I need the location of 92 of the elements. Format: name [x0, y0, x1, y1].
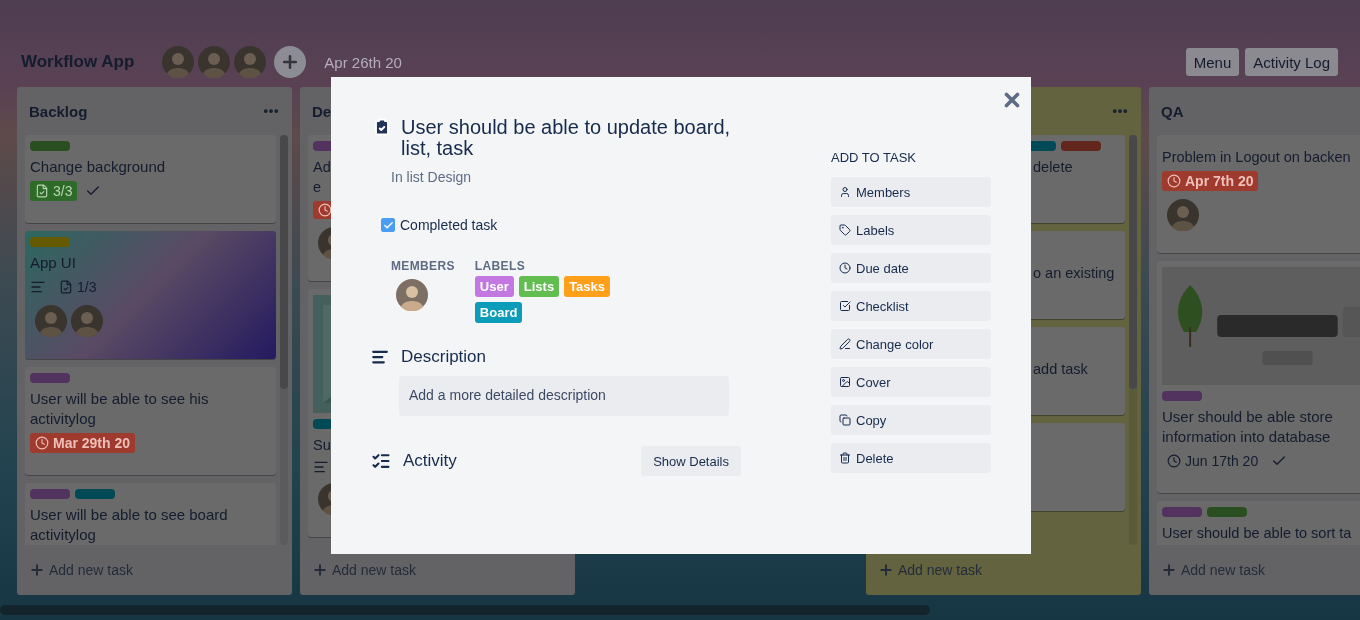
card-title: User will be able to see board activitylog	[30, 505, 229, 545]
sidebar-heading: ADD TO TASK	[831, 150, 917, 165]
card-title: e	[313, 178, 322, 197]
task-card[interactable]: Change background 3/3	[25, 135, 276, 223]
card-title: Su	[313, 436, 331, 455]
header-button[interactable]: Activity Log	[1245, 48, 1338, 76]
due-date: Jun 17th 20	[1162, 451, 1264, 471]
card-title: Problem in Logout on backen	[1162, 148, 1351, 167]
task-card[interactable]: App UI 1/3	[25, 231, 276, 359]
clock-icon	[1167, 174, 1181, 188]
action-button[interactable]: Checklist	[831, 291, 991, 321]
action-button[interactable]: Cover	[831, 367, 991, 397]
description-field[interactable]: Add a more detailed description	[399, 376, 729, 416]
list-title: QA	[1161, 102, 1184, 120]
avatar	[71, 305, 103, 337]
task-card[interactable]: User should be able to sort ta	[1157, 501, 1360, 545]
scrollbar[interactable]	[1129, 135, 1137, 545]
avatar	[1167, 199, 1199, 231]
add-member-button[interactable]	[274, 46, 307, 78]
avatar	[234, 46, 267, 78]
plus-icon	[878, 562, 894, 578]
task-card[interactable]: Problem in Logout on backen Apr 7th 20	[1157, 135, 1360, 253]
label-tag[interactable]: User	[474, 276, 514, 297]
board-title: Workflow App	[21, 52, 135, 72]
label-tag[interactable]: Lists	[518, 276, 560, 297]
plus-icon	[1161, 562, 1177, 578]
task-card[interactable]: User will be able to see board activitylog	[25, 483, 276, 545]
due-date: Mar 29th 20	[30, 433, 136, 453]
card-title: App UI	[30, 253, 77, 273]
person-icon	[839, 186, 851, 198]
image-icon	[839, 376, 851, 388]
clock-icon	[1167, 454, 1181, 468]
due-date: Apr 7th 20	[1162, 171, 1259, 191]
avatar	[162, 46, 195, 78]
trash-icon	[839, 452, 851, 464]
add-task-button[interactable]: Add new task	[29, 562, 134, 578]
description-icon	[30, 279, 46, 295]
plus-icon	[312, 562, 328, 578]
list-info: In list Design	[391, 169, 473, 185]
card-title: Change background	[30, 157, 167, 177]
avatar	[396, 279, 428, 311]
list-title: Backlog	[29, 102, 88, 120]
card-title: add task	[1033, 360, 1088, 379]
checklist-icon	[35, 184, 49, 198]
action-button[interactable]: Members	[831, 177, 991, 207]
task-card[interactable]: User should be able store information into database Jun 17th 20	[1157, 261, 1360, 493]
card-title: o an existing	[1033, 264, 1115, 283]
header-button[interactable]: Menu	[1185, 48, 1240, 76]
labels-heading: LABELS	[474, 259, 527, 273]
card-title: User should be able store information into database	[1162, 407, 1334, 447]
plus-icon	[29, 562, 45, 578]
description-icon	[371, 348, 389, 366]
action-button[interactable]: Delete	[831, 443, 991, 473]
clock-icon	[839, 262, 851, 274]
action-button[interactable]: Due date	[831, 253, 991, 283]
pen-icon	[839, 338, 851, 350]
tag-icon	[839, 224, 851, 236]
clipboard-icon	[373, 118, 391, 136]
card-title: User will be able to see his activitylog	[30, 389, 210, 429]
completed-checkbox[interactable]	[381, 218, 395, 232]
checklist-count: 3/3	[30, 181, 78, 201]
section-title: Activity	[403, 451, 457, 471]
clock-icon	[318, 203, 332, 217]
add-task-button[interactable]: Add new task	[878, 562, 983, 578]
section-title: Description	[401, 347, 487, 367]
show-details-button[interactable]: Show Details	[641, 446, 741, 476]
label-tag[interactable]: Board	[474, 302, 523, 323]
description-icon	[313, 459, 329, 475]
board-date: Apr 26th 20	[324, 53, 402, 71]
checkbox-label: Completed task	[400, 217, 498, 233]
copy-icon	[839, 414, 851, 426]
horizontal-scrollbar[interactable]	[0, 605, 930, 615]
scrollbar[interactable]	[280, 135, 288, 545]
add-task-button[interactable]: Add new task	[1161, 562, 1266, 578]
action-button[interactable]: Copy	[831, 405, 991, 435]
checklist-icon	[59, 280, 73, 294]
card-title: User should be able to sort ta	[1162, 524, 1352, 543]
action-button[interactable]: Change color	[831, 329, 991, 359]
checklist-icon	[371, 451, 391, 471]
task-title: User should be able to update board, list, task	[401, 117, 732, 159]
checklist-count: 1/3	[54, 277, 102, 297]
task-card[interactable]: User will be able to see his activitylog Mar 29th 20	[25, 367, 276, 475]
members-heading: MEMBERS	[391, 259, 455, 273]
clock-icon	[35, 436, 49, 450]
action-button[interactable]: Labels	[831, 215, 991, 245]
checklist-icon	[839, 300, 851, 312]
card-title: delete	[1033, 158, 1073, 177]
avatar	[198, 46, 231, 78]
card-title: Ad	[313, 158, 331, 177]
add-task-button[interactable]: Add new task	[312, 562, 417, 578]
list-title: De	[312, 102, 332, 120]
avatar	[35, 305, 67, 337]
